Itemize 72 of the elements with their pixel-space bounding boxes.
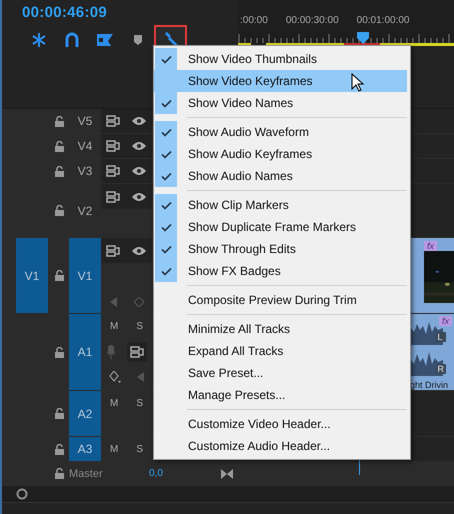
time-ruler[interactable]: :00:00 00:00:30:00 00:01:00:00 xyxy=(238,0,454,46)
menu-item[interactable]: Composite Preview During Trim xyxy=(154,289,407,311)
menu-item[interactable]: Save Preset... xyxy=(154,362,407,384)
mute-button[interactable]: M xyxy=(110,321,118,332)
ruler-label: :00:00 xyxy=(240,15,268,26)
sync-lock-icon[interactable] xyxy=(106,190,120,202)
channel-label: R xyxy=(436,364,446,374)
sync-lock-icon[interactable] xyxy=(106,140,120,152)
fx-badge: fx xyxy=(438,316,452,326)
menu-item[interactable]: Show FX Badges xyxy=(154,260,407,282)
menu-item[interactable]: Show Audio Names xyxy=(154,165,407,187)
track-label[interactable]: A3 xyxy=(69,437,101,461)
track-label[interactable]: A1 xyxy=(69,314,101,390)
menu-item[interactable]: Show Through Edits xyxy=(154,238,407,260)
eye-icon[interactable] xyxy=(130,116,147,126)
track-label[interactable]: V5 xyxy=(69,109,101,133)
solo-button[interactable]: S xyxy=(136,398,143,409)
menu-item[interactable]: Expand All Tracks xyxy=(154,340,407,362)
keyframe-dropdown-icon[interactable] xyxy=(109,370,121,382)
ruler-label: 00:01:00:00 xyxy=(356,15,410,26)
eye-icon[interactable] xyxy=(130,166,147,176)
menu-item[interactable]: Show Audio Keyframes xyxy=(154,143,407,165)
lock-icon[interactable] xyxy=(55,346,64,358)
linked-selection-icon xyxy=(96,32,114,48)
mute-button[interactable]: M xyxy=(110,444,118,454)
bowtie-icon[interactable] xyxy=(221,468,233,478)
eye-icon[interactable] xyxy=(130,246,147,256)
ruler-label: 00:00:30:00 xyxy=(286,15,339,26)
track-label[interactable]: V4 xyxy=(69,134,101,158)
sync-lock-icon[interactable] xyxy=(106,244,120,256)
solo-button[interactable]: S xyxy=(136,444,143,454)
timecode: 00:00:46:09 xyxy=(22,4,108,21)
lock-icon[interactable] xyxy=(55,116,64,126)
video-clip[interactable]: fx xyxy=(408,238,454,313)
track-label[interactable]: V2 xyxy=(69,184,101,237)
menu-item[interactable]: Customize Video Header... xyxy=(154,413,407,435)
fx-badge: fx xyxy=(424,241,438,251)
sync-lock-icon[interactable] xyxy=(130,346,144,358)
track-label[interactable]: V3 xyxy=(69,159,101,183)
menu-item[interactable]: Minimize All Tracks xyxy=(154,318,407,340)
marker-icon xyxy=(132,34,142,46)
lock-icon[interactable] xyxy=(55,166,64,176)
track-label[interactable]: V1 xyxy=(69,238,101,313)
lock-icon[interactable] xyxy=(55,140,64,152)
menu-item[interactable]: Show Video Names xyxy=(154,92,407,114)
menu-item[interactable]: Manage Presets... xyxy=(154,384,407,406)
source-patch[interactable]: V1 xyxy=(16,238,48,313)
lock-icon[interactable] xyxy=(55,444,64,454)
solo-button[interactable]: S xyxy=(136,321,143,332)
lock-icon[interactable] xyxy=(55,205,64,216)
channel-label: L xyxy=(436,332,446,342)
mute-button[interactable]: M xyxy=(110,398,118,409)
magnet-icon xyxy=(64,32,78,48)
lock-icon[interactable] xyxy=(55,270,64,281)
sync-lock-icon[interactable] xyxy=(106,115,120,127)
zoom-handle[interactable] xyxy=(16,488,28,500)
horizontal-scrollbar[interactable] xyxy=(2,486,454,503)
menu-item[interactable]: Show Audio Waveform xyxy=(154,121,407,143)
track-label[interactable]: A2 xyxy=(69,391,101,436)
eye-icon[interactable] xyxy=(130,141,147,151)
eye-icon[interactable] xyxy=(130,192,147,202)
track-label: Master xyxy=(69,468,104,480)
mouse-pointer-icon xyxy=(351,73,365,93)
lock-icon[interactable] xyxy=(55,468,64,479)
volume-value[interactable]: 0,0 xyxy=(149,468,221,479)
menu-item[interactable]: Show Duplicate Frame Markers xyxy=(154,216,407,238)
menu-item[interactable]: Customize Audio Header... xyxy=(154,435,407,457)
sync-lock-icon[interactable] xyxy=(106,165,120,177)
menu-item[interactable]: Show Video Thumbnails xyxy=(154,48,407,70)
menu-item[interactable]: Show Video Keyframes xyxy=(154,70,407,92)
lock-icon[interactable] xyxy=(55,408,64,419)
menu-item[interactable]: Show Clip Markers xyxy=(154,194,407,216)
